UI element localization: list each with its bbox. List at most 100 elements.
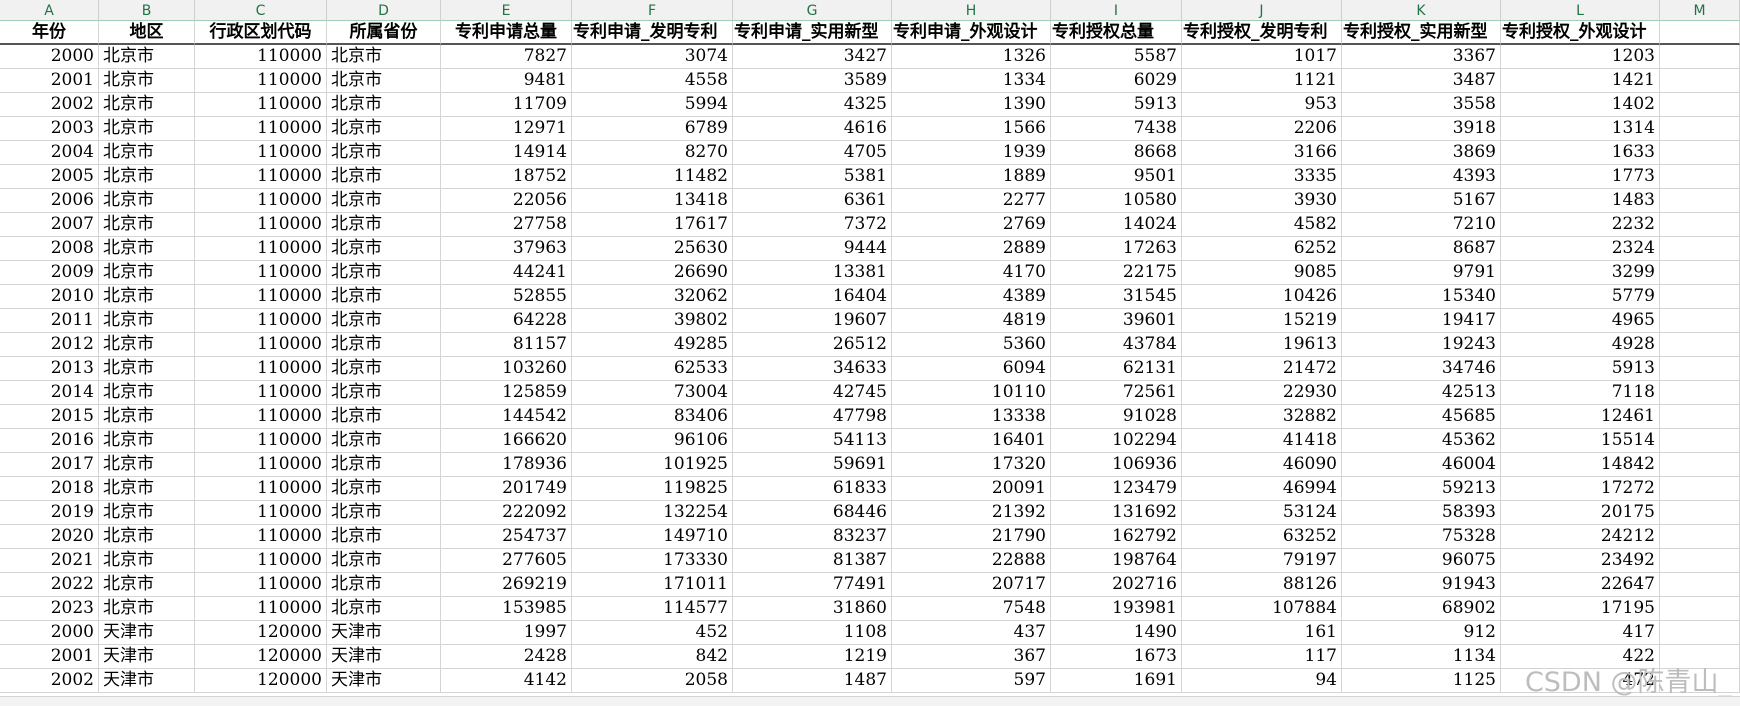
table-cell-empty[interactable] <box>1660 309 1740 333</box>
table-cell[interactable]: 18752 <box>441 165 572 189</box>
header-cell-5[interactable]: 专利申请_发明专利 <box>572 21 733 45</box>
table-cell[interactable]: 110000 <box>195 237 327 261</box>
header-cell-8[interactable]: 专利授权总量 <box>1051 21 1182 45</box>
table-cell[interactable]: 110000 <box>195 333 327 357</box>
table-cell[interactable]: 222092 <box>441 501 572 525</box>
table-cell-empty[interactable] <box>1660 477 1740 501</box>
table-cell[interactable]: 9444 <box>733 237 892 261</box>
table-cell-empty[interactable] <box>1660 213 1740 237</box>
table-cell[interactable]: 49285 <box>572 333 733 357</box>
table-cell[interactable]: 12971 <box>441 117 572 141</box>
table-cell[interactable]: 天津市 <box>99 669 195 693</box>
table-cell[interactable]: 3487 <box>1342 69 1501 93</box>
table-cell[interactable]: 3918 <box>1342 117 1501 141</box>
table-cell[interactable]: 北京市 <box>99 93 195 117</box>
column-letter-6[interactable]: G <box>733 0 892 21</box>
table-cell[interactable]: 106936 <box>1051 453 1182 477</box>
table-cell[interactable]: 1017 <box>1182 45 1342 69</box>
table-cell[interactable]: 2012 <box>0 333 99 357</box>
table-cell[interactable]: 1939 <box>892 141 1051 165</box>
table-cell[interactable]: 198764 <box>1051 549 1182 573</box>
table-cell[interactable]: 北京市 <box>99 405 195 429</box>
table-cell-empty[interactable] <box>1660 381 1740 405</box>
table-cell[interactable]: 132254 <box>572 501 733 525</box>
table-cell[interactable]: 53124 <box>1182 501 1342 525</box>
table-cell[interactable]: 62131 <box>1051 357 1182 381</box>
table-cell[interactable]: 1125 <box>1342 669 1501 693</box>
table-cell-empty[interactable] <box>1660 597 1740 621</box>
table-cell[interactable]: 天津市 <box>99 645 195 669</box>
table-cell[interactable]: 110000 <box>195 261 327 285</box>
table-cell[interactable]: 11482 <box>572 165 733 189</box>
table-cell[interactable]: 417 <box>1501 621 1660 645</box>
table-cell[interactable]: 110000 <box>195 525 327 549</box>
table-cell[interactable]: 北京市 <box>99 285 195 309</box>
table-cell[interactable]: 64228 <box>441 309 572 333</box>
table-cell[interactable]: 47798 <box>733 405 892 429</box>
table-cell-empty[interactable] <box>1660 93 1740 117</box>
table-cell[interactable]: 107884 <box>1182 597 1342 621</box>
column-letter-10[interactable]: K <box>1342 0 1501 21</box>
table-cell[interactable]: 5913 <box>1051 93 1182 117</box>
table-cell[interactable]: 367 <box>892 645 1051 669</box>
table-cell[interactable]: 23492 <box>1501 549 1660 573</box>
table-cell[interactable]: 北京市 <box>327 381 441 405</box>
table-cell[interactable]: 110000 <box>195 597 327 621</box>
table-cell[interactable]: 1490 <box>1051 621 1182 645</box>
table-cell[interactable]: 北京市 <box>327 333 441 357</box>
table-cell[interactable]: 20091 <box>892 477 1051 501</box>
table-cell[interactable]: 北京市 <box>327 525 441 549</box>
table-cell[interactable]: 5587 <box>1051 45 1182 69</box>
table-cell[interactable]: 201749 <box>441 477 572 501</box>
table-cell[interactable]: 4819 <box>892 309 1051 333</box>
table-cell[interactable]: 2022 <box>0 573 99 597</box>
table-cell[interactable]: 天津市 <box>327 645 441 669</box>
table-cell[interactable]: 119825 <box>572 477 733 501</box>
table-cell[interactable]: 4393 <box>1342 165 1501 189</box>
table-cell[interactable]: 3930 <box>1182 189 1342 213</box>
table-cell[interactable]: 2000 <box>0 621 99 645</box>
table-cell[interactable]: 2889 <box>892 237 1051 261</box>
table-cell[interactable]: 8270 <box>572 141 733 165</box>
table-cell[interactable]: 110000 <box>195 501 327 525</box>
table-cell[interactable]: 2017 <box>0 453 99 477</box>
table-cell[interactable]: 13418 <box>572 189 733 213</box>
table-cell[interactable]: 46994 <box>1182 477 1342 501</box>
table-cell[interactable]: 110000 <box>195 309 327 333</box>
table-cell[interactable]: 2232 <box>1501 213 1660 237</box>
table-cell[interactable]: 北京市 <box>99 357 195 381</box>
table-cell[interactable]: 北京市 <box>327 405 441 429</box>
table-cell[interactable]: 北京市 <box>327 573 441 597</box>
table-cell[interactable]: 北京市 <box>99 453 195 477</box>
table-cell[interactable]: 34633 <box>733 357 892 381</box>
table-cell[interactable]: 天津市 <box>327 621 441 645</box>
table-cell[interactable]: 166620 <box>441 429 572 453</box>
table-cell[interactable]: 2000 <box>0 45 99 69</box>
table-cell[interactable]: 北京市 <box>99 69 195 93</box>
table-cell[interactable]: 32882 <box>1182 405 1342 429</box>
table-cell[interactable]: 2005 <box>0 165 99 189</box>
table-cell[interactable]: 120000 <box>195 645 327 669</box>
table-cell[interactable]: 1889 <box>892 165 1051 189</box>
table-cell[interactable]: 1326 <box>892 45 1051 69</box>
table-cell[interactable]: 2007 <box>0 213 99 237</box>
table-cell[interactable]: 北京市 <box>327 213 441 237</box>
table-cell[interactable]: 1203 <box>1501 45 1660 69</box>
table-cell[interactable]: 北京市 <box>327 501 441 525</box>
table-cell[interactable]: 1219 <box>733 645 892 669</box>
table-cell[interactable]: 452 <box>572 621 733 645</box>
table-cell[interactable]: 5381 <box>733 165 892 189</box>
table-cell[interactable]: 72561 <box>1051 381 1182 405</box>
table-cell[interactable]: 117 <box>1182 645 1342 669</box>
table-cell[interactable]: 94 <box>1182 669 1342 693</box>
table-cell[interactable]: 14914 <box>441 141 572 165</box>
table-cell[interactable]: 北京市 <box>99 477 195 501</box>
table-cell[interactable]: 21392 <box>892 501 1051 525</box>
table-cell[interactable]: 北京市 <box>99 501 195 525</box>
table-cell-empty[interactable] <box>1660 333 1740 357</box>
table-cell[interactable]: 32062 <box>572 285 733 309</box>
column-letter-9[interactable]: J <box>1182 0 1342 21</box>
table-cell[interactable]: 79197 <box>1182 549 1342 573</box>
table-cell[interactable]: 110000 <box>195 189 327 213</box>
table-cell[interactable]: 73004 <box>572 381 733 405</box>
